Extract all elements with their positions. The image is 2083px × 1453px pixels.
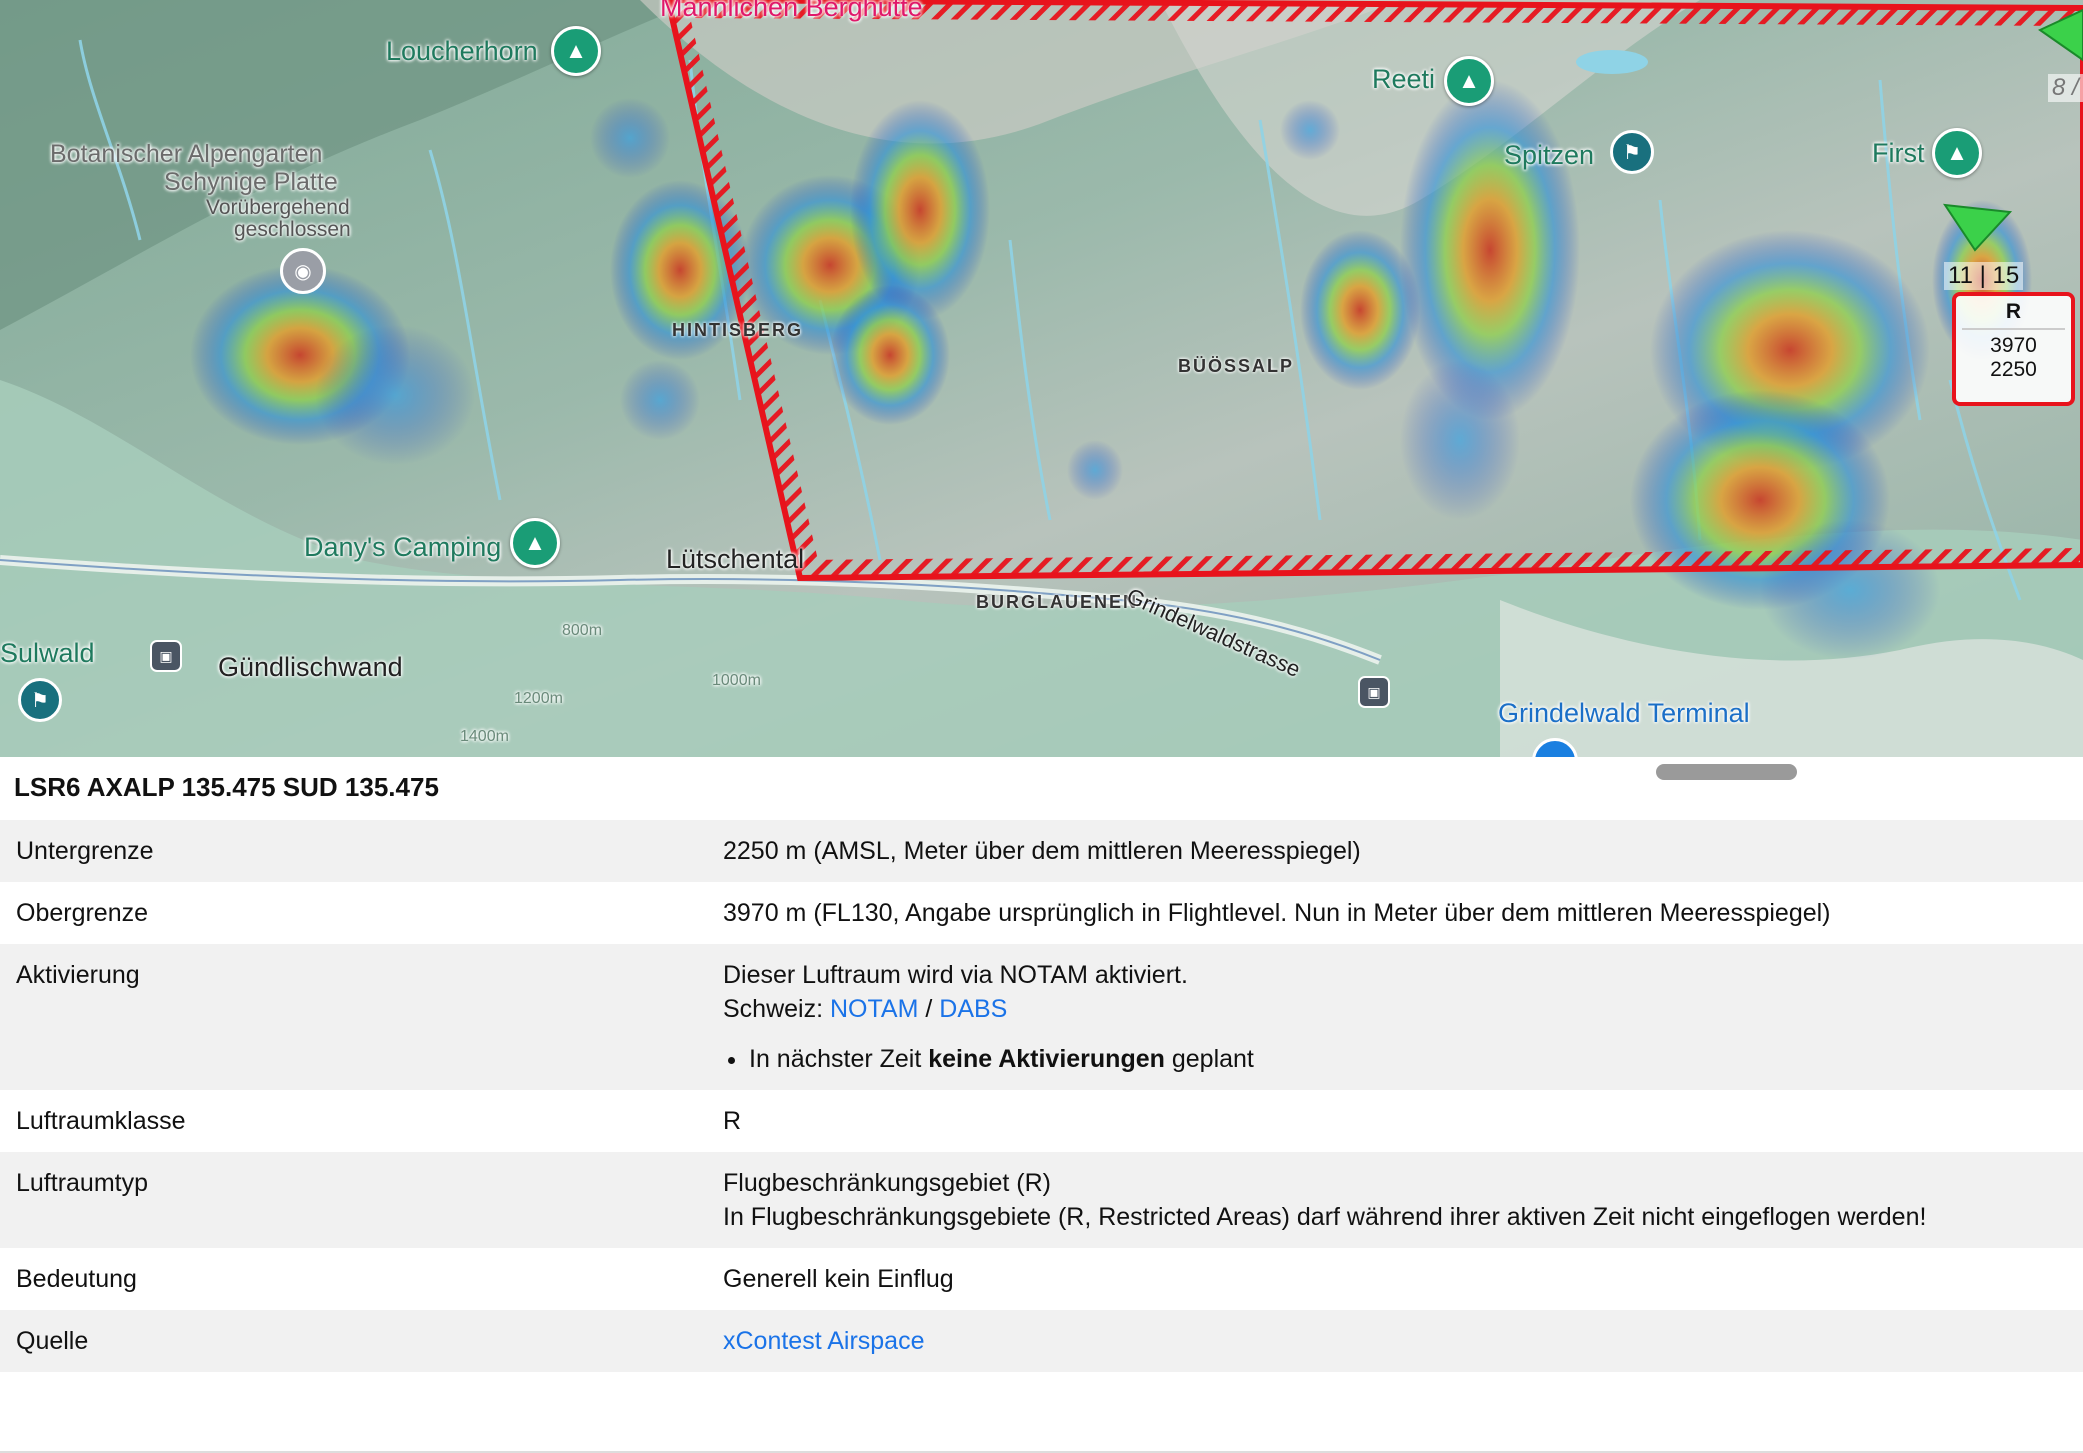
activation-list: In nächster Zeit keine Aktivierungen gep… <box>723 1042 2067 1076</box>
row-value: 3970 m (FL130, Angabe ursprünglich in Fl… <box>723 899 1831 927</box>
mountain-icon[interactable]: ▲ <box>510 518 560 568</box>
row-value: 2250 m (AMSL, Meter über dem mittleren M… <box>723 837 1361 865</box>
row-value: xContest Airspace <box>707 1310 2083 1372</box>
bullet-text-post: geplant <box>1164 1045 1254 1073</box>
row-key: Aktivierung <box>16 961 140 989</box>
label-gundlischwand: Gündlischwand <box>218 652 403 682</box>
overlap-counter: 11 | 15 <box>1944 262 2024 290</box>
overlap-counter-partial: 8 / <box>2048 74 2083 102</box>
row-key: Obergrenze <box>16 899 149 927</box>
mountain-icon[interactable]: ▲ <box>1932 128 1982 178</box>
airspace-type-description: In Flugbeschränkungsgebiete (R, Restrict… <box>723 1203 1927 1231</box>
label-botanic-3: Vorübergehend <box>206 196 350 219</box>
table-row: Luftraumklasse R <box>0 1090 2083 1152</box>
airspace-lower: 2250 <box>1990 358 2037 381</box>
label-mannlenen: Männlichen Berghütte <box>660 0 923 22</box>
contour-label-800: 800m <box>562 622 603 639</box>
table-row: Bedeutung Generell kein Einflug <box>0 1248 2083 1310</box>
label-burglauenen: BURGLAUENEN <box>976 592 1139 612</box>
bus-icon[interactable]: ▣ <box>1358 676 1390 708</box>
label-reeti: Reeti <box>1372 64 1436 94</box>
label-first: First <box>1872 138 1925 168</box>
bus-icon[interactable]: ▣ <box>150 640 182 672</box>
row-key: Quelle <box>16 1327 89 1355</box>
label-grindelwald-terminal: Grindelwald Terminal <box>1498 698 1750 728</box>
panel-drag-handle[interactable] <box>1656 764 1797 780</box>
label-botanic-4: geschlossen <box>234 218 351 241</box>
contour-label-1000: 1000m <box>712 672 761 689</box>
map-view[interactable]: Männlichen Berghütte Loucherhorn Botanis… <box>0 0 2083 757</box>
activation-links: Schweiz: NOTAM / DABS <box>723 992 2067 1026</box>
row-key: Luftraumtyp <box>16 1169 149 1197</box>
table-row: Quelle xContest Airspace <box>0 1310 2083 1372</box>
label-loucherhorn: Loucherhorn <box>386 36 538 66</box>
row-key: Untergrenze <box>16 837 154 865</box>
row-key: Bedeutung <box>16 1265 137 1293</box>
row-key: Luftraumklasse <box>16 1107 186 1135</box>
label-sulwald: Sulwald <box>0 638 95 668</box>
airspace-details-table: Untergrenze 2250 m (AMSL, Meter über dem… <box>0 820 2083 1372</box>
airspace-info-panel: LSR6 AXALP 135.475 SUD 135.475 Untergren… <box>0 757 2083 1453</box>
country-prefix: Schweiz: <box>723 995 830 1023</box>
label-botanic-1: Botanischer Alpengarten <box>50 140 323 168</box>
bullet-text-pre: In nächster Zeit <box>749 1045 929 1073</box>
airspace-label-box[interactable]: R 3970 2250 <box>1952 292 2075 406</box>
contour-label-1400: 1400m <box>460 728 509 745</box>
row-value: R <box>723 1107 742 1135</box>
mountain-icon[interactable]: ▲ <box>1444 56 1494 106</box>
table-row: Aktivierung Dieser Luftraum wird via NOT… <box>0 944 2083 1090</box>
mountain-icon[interactable]: ▲ <box>551 26 601 76</box>
label-lutschental: Lütschental <box>666 544 805 574</box>
airspace-type: Flugbeschränkungsgebiet (R) <box>723 1169 1051 1197</box>
table-row: Luftraumtyp Flugbeschränkungsgebiet (R) … <box>0 1152 2083 1248</box>
table-row: Untergrenze 2250 m (AMSL, Meter über dem… <box>0 820 2083 882</box>
notam-link[interactable]: NOTAM <box>830 995 918 1023</box>
source-link[interactable]: xContest Airspace <box>723 1327 925 1355</box>
dabs-link[interactable]: DABS <box>939 995 1007 1023</box>
row-value: Generell kein Einflug <box>723 1265 954 1293</box>
activation-text: Dieser Luftraum wird via NOTAM aktiviert… <box>723 961 1188 989</box>
label-danys-camping: Dany's Camping <box>304 532 502 562</box>
label-spitzen: Spitzen <box>1504 140 1595 170</box>
row-value: Dieser Luftraum wird via NOTAM aktiviert… <box>707 944 2083 1090</box>
hiker-icon[interactable]: ⚑ <box>1610 130 1654 174</box>
list-item: In nächster Zeit keine Aktivierungen gep… <box>749 1042 2067 1076</box>
bullet-text-bold: keine Aktivierungen <box>928 1045 1165 1073</box>
label-hintisberg: HINTISBERG <box>672 320 804 340</box>
map-canvas <box>0 0 2083 757</box>
hiker-icon[interactable]: ⚑ <box>18 678 62 722</box>
label-botanic-2: Schynige Platte <box>164 168 338 196</box>
label-buossalp: BÜÖSSALP <box>1178 356 1295 376</box>
airspace-upper: 3970 <box>1990 334 2037 357</box>
link-separator: / <box>925 995 933 1023</box>
camera-icon[interactable]: ◉ <box>280 248 326 294</box>
row-value: Flugbeschränkungsgebiet (R) In Flugbesch… <box>707 1152 2083 1248</box>
airspace-class: R <box>1962 298 2065 330</box>
table-row: Obergrenze 3970 m (FL130, Angabe ursprün… <box>0 882 2083 944</box>
contour-label-1200: 1200m <box>514 690 563 707</box>
panel-title: LSR6 AXALP 135.475 SUD 135.475 <box>14 772 439 802</box>
